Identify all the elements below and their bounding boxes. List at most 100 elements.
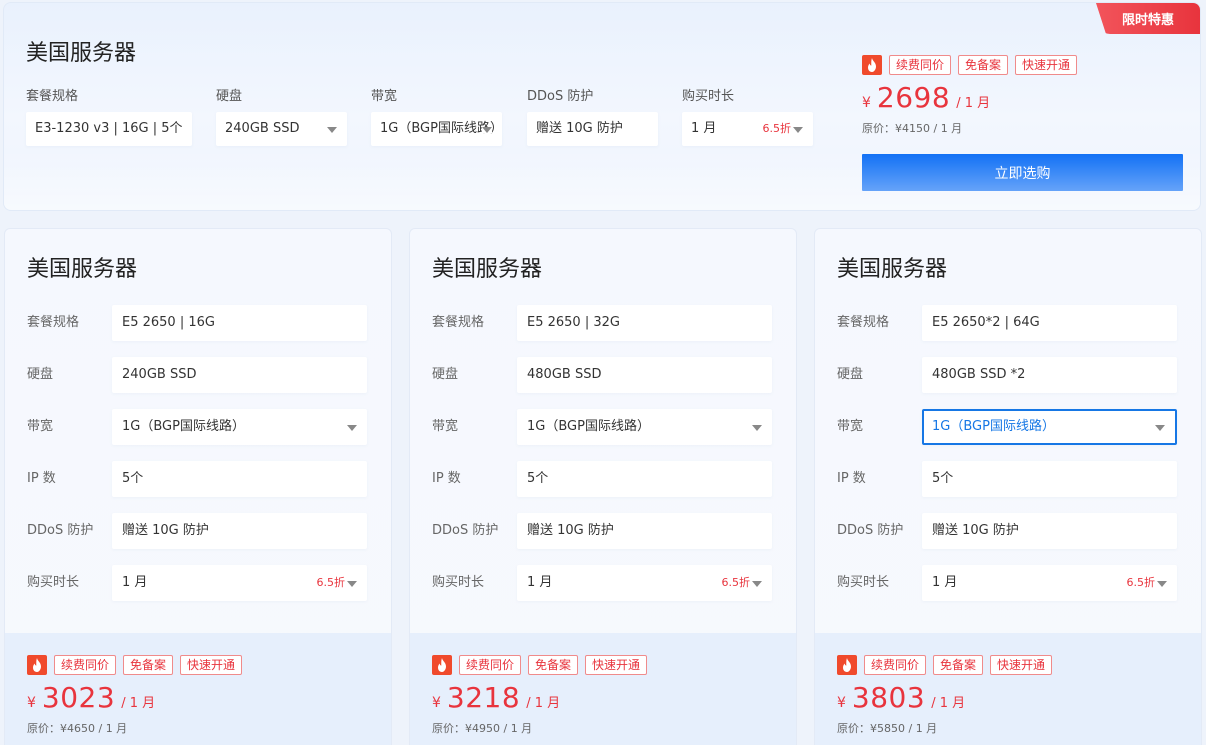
spec-label: 套餐规格 xyxy=(432,315,485,330)
card-price-block: 续费同价 免备案 快速开通 ¥ 3803 / 1 月 原价：¥5850 / 1 … xyxy=(815,633,1201,745)
tag-fast-activation: 快速开通 xyxy=(180,655,243,675)
featured-price: 2698 xyxy=(876,81,951,114)
featured-duration-select[interactable]: 1 月 6.5折 xyxy=(682,112,813,146)
price-unit: / 1 月 xyxy=(121,696,156,711)
featured-bandwidth-label: 带宽 xyxy=(371,89,398,104)
fire-icon xyxy=(837,655,857,675)
plan-card-1: 美国服务器 套餐规格 E5 2650 | 16G 硬盘 240GB SSD 带宽… xyxy=(4,228,392,745)
disk-value: 480GB SSD *2 xyxy=(922,357,1177,393)
ddos-label: DDoS 防护 xyxy=(837,523,904,538)
duration-label: 购买时长 xyxy=(27,575,80,590)
duration-select[interactable]: 1 月 6.5折 xyxy=(517,565,772,601)
card-title: 美国服务器 xyxy=(432,257,543,282)
featured-original-price: 原价：¥4150 / 1 月 xyxy=(862,122,963,135)
fire-icon xyxy=(27,655,47,675)
bandwidth-select[interactable]: 1G（BGP国际线路） xyxy=(922,409,1177,445)
disk-label: 硬盘 xyxy=(432,367,459,382)
disk-label: 硬盘 xyxy=(837,367,864,382)
disk-label: 硬盘 xyxy=(27,367,54,382)
price: 3218 xyxy=(446,681,521,714)
spec-label: 套餐规格 xyxy=(27,315,80,330)
duration-row: 购买时长 1 月 6.5折 xyxy=(432,565,772,601)
ip-row: IP 数 5个 xyxy=(432,461,772,497)
chevron-down-icon xyxy=(1157,581,1167,587)
fire-icon xyxy=(432,655,452,675)
chevron-down-icon xyxy=(347,425,357,431)
featured-ddos-label: DDoS 防护 xyxy=(527,89,594,104)
bandwidth-select[interactable]: 1G（BGP国际线路） xyxy=(517,409,772,445)
fire-icon xyxy=(862,55,882,75)
spec-row: 套餐规格 E5 2650 | 32G xyxy=(432,305,772,341)
tag-renewal-same-price: 续费同价 xyxy=(459,655,522,675)
buy-now-button[interactable]: 立即选购 xyxy=(862,154,1183,191)
featured-title: 美国服务器 xyxy=(26,41,137,66)
chevron-down-icon xyxy=(1155,425,1165,431)
featured-bandwidth-field: 带宽 1G（BGP国际线路） xyxy=(371,88,502,146)
price-row: ¥ 3803 / 1 月 xyxy=(837,681,1201,714)
spec-row: 套餐规格 E5 2650 | 16G xyxy=(27,305,367,341)
featured-bandwidth-select[interactable]: 1G（BGP国际线路） xyxy=(371,112,502,146)
card-tags: 续费同价 免备案 快速开通 xyxy=(837,655,1201,675)
featured-spec-field: 套餐规格 E3-1230 v3 | 16G | 5个 xyxy=(26,88,192,146)
bandwidth-row: 带宽 1G（BGP国际线路） xyxy=(27,409,367,445)
currency-symbol: ¥ xyxy=(432,695,441,711)
tag-renewal-same-price: 续费同价 xyxy=(54,655,117,675)
duration-value: 1 月 xyxy=(527,575,553,590)
tag-no-filing: 免备案 xyxy=(958,55,1009,75)
ip-row: IP 数 5个 xyxy=(837,461,1177,497)
ip-label: IP 数 xyxy=(27,471,56,486)
ddos-row: DDoS 防护 赠送 10G 防护 xyxy=(837,513,1177,549)
duration-row: 购买时长 1 月 6.5折 xyxy=(837,565,1177,601)
duration-label: 购买时长 xyxy=(837,575,890,590)
featured-duration-label: 购买时长 xyxy=(682,89,735,104)
bandwidth-value: 1G（BGP国际线路） xyxy=(122,419,245,434)
bandwidth-row: 带宽 1G（BGP国际线路） xyxy=(432,409,772,445)
tag-fast-activation: 快速开通 xyxy=(1015,55,1078,75)
plan-card-3: 美国服务器 套餐规格 E5 2650*2 | 64G 硬盘 480GB SSD … xyxy=(814,228,1202,745)
card-title: 美国服务器 xyxy=(837,257,948,282)
featured-duration-field: 购买时长 1 月 6.5折 xyxy=(682,88,813,146)
ddos-row: DDoS 防护 赠送 10G 防护 xyxy=(27,513,367,549)
price-unit: / 1 月 xyxy=(526,696,561,711)
featured-spec-value[interactable]: E3-1230 v3 | 16G | 5个 xyxy=(26,112,192,146)
card-price-block: 续费同价 免备案 快速开通 ¥ 3218 / 1 月 原价：¥4950 / 1 … xyxy=(410,633,796,745)
duration-select[interactable]: 1 月 6.5折 xyxy=(112,565,367,601)
ip-value: 5个 xyxy=(922,461,1177,497)
discount-badge: 6.5折 xyxy=(316,576,346,589)
duration-value: 1 月 xyxy=(932,575,958,590)
featured-price-row: ¥ 2698 / 1 月 xyxy=(862,81,1077,114)
original-price: 原价：¥5850 / 1 月 xyxy=(837,722,938,735)
tag-no-filing: 免备案 xyxy=(933,655,984,675)
ddos-value: 赠送 10G 防护 xyxy=(922,513,1177,549)
duration-value: 1 月 xyxy=(122,575,148,590)
card-tags: 续费同价 免备案 快速开通 xyxy=(27,655,391,675)
price: 3803 xyxy=(851,681,926,714)
spec-row: 套餐规格 E5 2650*2 | 64G xyxy=(837,305,1177,341)
duration-select[interactable]: 1 月 6.5折 xyxy=(922,565,1177,601)
price-row: ¥ 3218 / 1 月 xyxy=(432,681,796,714)
spec-value: E5 2650 | 16G xyxy=(112,305,367,341)
duration-label: 购买时长 xyxy=(432,575,485,590)
featured-price-block: 续费同价 免备案 快速开通 ¥ 2698 / 1 月 原价：¥4150 / 1 … xyxy=(862,55,1078,136)
featured-tags: 续费同价 免备案 快速开通 xyxy=(862,55,1078,75)
ddos-value: 赠送 10G 防护 xyxy=(112,513,367,549)
price-row: ¥ 3023 / 1 月 xyxy=(27,681,391,714)
spec-value: E5 2650 | 32G xyxy=(517,305,772,341)
ddos-label: DDoS 防护 xyxy=(27,523,94,538)
card-price-block: 续费同价 免备案 快速开通 ¥ 3023 / 1 月 原价：¥4650 / 1 … xyxy=(5,633,391,745)
featured-plan-card: 限时特惠 美国服务器 套餐规格 E3-1230 v3 | 16G | 5个 硬盘… xyxy=(3,2,1201,211)
ip-label: IP 数 xyxy=(837,471,866,486)
featured-duration-value: 1 月 xyxy=(691,121,717,136)
chevron-down-icon xyxy=(793,127,803,133)
currency-symbol: ¥ xyxy=(862,95,871,111)
original-price: 原价：¥4950 / 1 月 xyxy=(432,722,533,735)
spec-label: 套餐规格 xyxy=(837,315,890,330)
tag-renewal-same-price: 续费同价 xyxy=(889,55,952,75)
tag-no-filing: 免备案 xyxy=(123,655,174,675)
discount-badge: 6.5折 xyxy=(721,576,751,589)
chevron-down-icon xyxy=(752,425,762,431)
tag-renewal-same-price: 续费同价 xyxy=(864,655,927,675)
disk-row: 硬盘 240GB SSD xyxy=(27,357,367,393)
bandwidth-select[interactable]: 1G（BGP国际线路） xyxy=(112,409,367,445)
featured-disk-select[interactable]: 240GB SSD xyxy=(216,112,347,146)
